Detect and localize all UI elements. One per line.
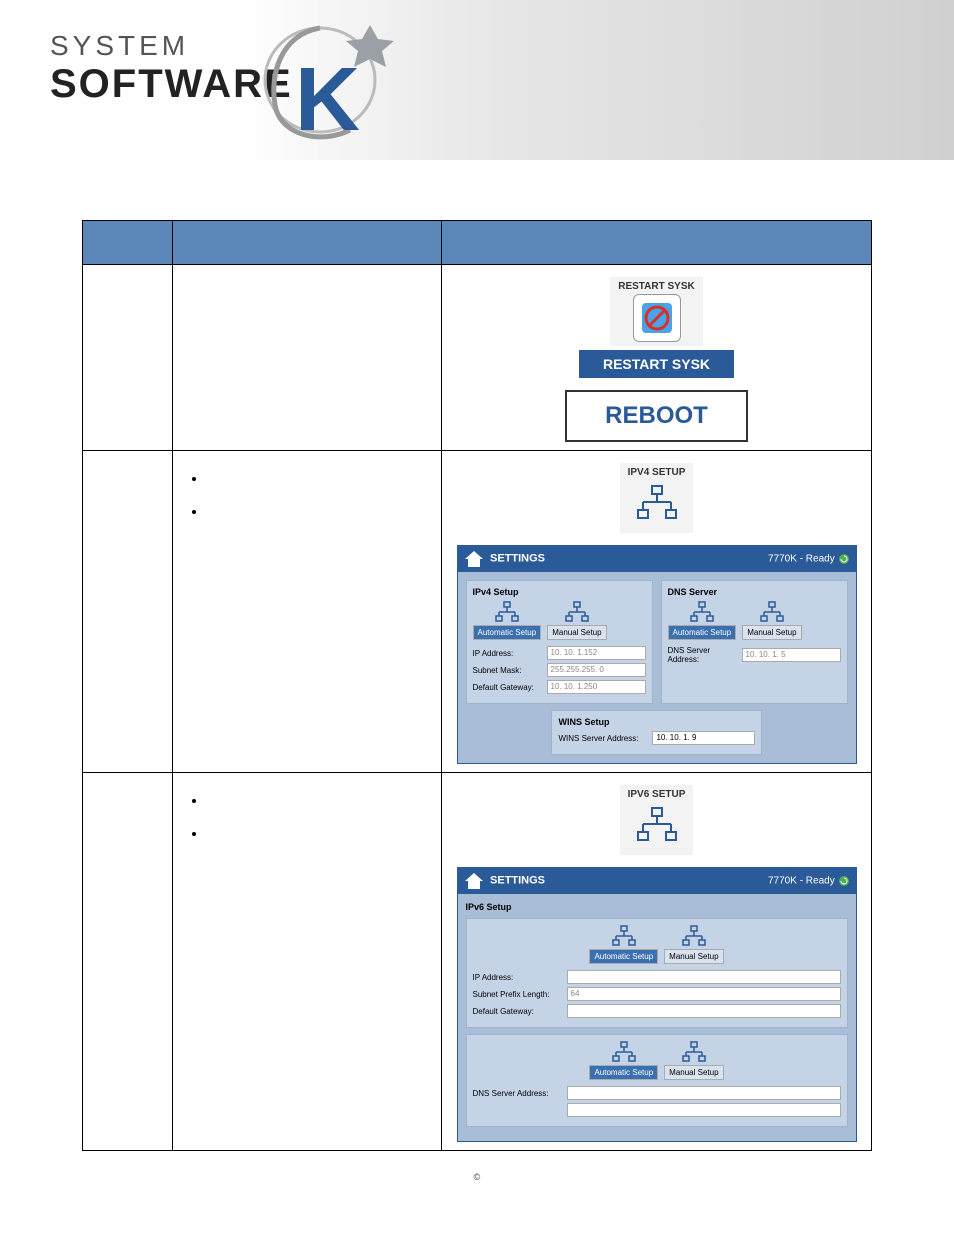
- gw-input[interactable]: 10. 10. 1.250: [547, 680, 646, 694]
- auto-setup-button[interactable]: Automatic Setup: [668, 625, 737, 640]
- table-row: IPV6 SETUP SETT: [83, 773, 872, 1151]
- wins-addr-input[interactable]: 10. 10. 1. 9: [652, 731, 754, 745]
- ipv4-setup-section: IPv4 Setup Automatic Setup Manual Setup: [466, 580, 653, 704]
- ipv6-prefix-label: Subnet Prefix Length:: [473, 990, 563, 999]
- ipv6-icon-group: IPV6 SETUP: [620, 785, 694, 855]
- ipv6-dns-section: Automatic Setup Manual Setup DNS Server …: [466, 1034, 848, 1127]
- ipv6-dns-label: DNS Server Address:: [473, 1089, 563, 1098]
- ip-input[interactable]: 10. 10. 1.152: [547, 646, 646, 660]
- refresh-icon[interactable]: [838, 553, 850, 565]
- wins-addr-label: WINS Server Address:: [558, 734, 648, 743]
- network-icon: [681, 1041, 707, 1063]
- list-item: [207, 504, 431, 519]
- home-icon[interactable]: [464, 550, 484, 568]
- ipv6-dns-input-2[interactable]: [567, 1103, 841, 1117]
- table-row: RESTART SYSK RESTART SYSK REBOOT: [83, 265, 872, 451]
- network-icon: [759, 601, 785, 623]
- cell-2-3: IPV4 SETUP SETT: [442, 451, 872, 773]
- cell-2-2: [172, 451, 441, 773]
- dns-addr-label: DNS Server Address:: [668, 646, 738, 664]
- auto-setup-button[interactable]: Automatic Setup: [473, 625, 542, 640]
- restart-icon-group: RESTART SYSK: [610, 277, 703, 346]
- ipv4-settings-panel: SETTINGS 7770K - Ready IPv4 Setup: [457, 545, 857, 764]
- th-3: [442, 221, 872, 265]
- ipv6-settings-panel: SETTINGS 7770K - Ready IPv6 Setup: [457, 867, 857, 1142]
- list-item: [207, 471, 431, 486]
- auto-setup-button[interactable]: Automatic Setup: [589, 949, 658, 964]
- page-header: SYSTEM SOFTWARE K: [0, 0, 954, 160]
- refresh-icon[interactable]: [838, 875, 850, 887]
- ipv4-icon-group: IPV4 SETUP: [620, 463, 694, 533]
- mask-label: Subnet Mask:: [473, 666, 543, 675]
- manual-setup-button[interactable]: Manual Setup: [664, 1065, 723, 1080]
- settings-header: SETTINGS 7770K - Ready: [458, 546, 856, 572]
- ipv4-label: IPV4 SETUP: [628, 467, 686, 478]
- network-icon: [681, 925, 707, 947]
- list-item: [207, 793, 431, 808]
- reboot-button[interactable]: REBOOT: [565, 390, 748, 442]
- dns-addr-input[interactable]: 10. 10. 1. 5: [742, 648, 841, 662]
- ipv6-ip-label: IP Address:: [473, 973, 563, 982]
- table-row: IPV4 SETUP SETT: [83, 451, 872, 773]
- logo-line1: SYSTEM: [50, 30, 293, 62]
- ipv6-gw-input[interactable]: [567, 1004, 841, 1018]
- section-title: IPv4 Setup: [473, 587, 646, 597]
- network-icon[interactable]: [635, 484, 679, 522]
- cell-1-3: RESTART SYSK RESTART SYSK REBOOT: [442, 265, 872, 451]
- section-title: IPv6 Setup: [466, 902, 848, 912]
- ipv6-ip-input[interactable]: [567, 970, 841, 984]
- restart-sysk-button[interactable]: RESTART SYSK: [579, 350, 734, 378]
- ipv6-dns-input[interactable]: [567, 1086, 841, 1100]
- network-icon: [611, 1041, 637, 1063]
- wins-section: WINS Setup WINS Server Address: 10. 10. 1…: [551, 710, 761, 755]
- cell-3-2: [172, 773, 441, 1151]
- ip-label: IP Address:: [473, 649, 543, 658]
- settings-title: SETTINGS: [490, 874, 545, 886]
- content-table: RESTART SYSK RESTART SYSK REBOOT: [82, 220, 872, 1151]
- cell-3-3: IPV6 SETUP SETT: [442, 773, 872, 1151]
- device-status: 7770K - Ready: [768, 875, 850, 887]
- ipv6-gw-label: Default Gateway:: [473, 1007, 563, 1016]
- cell-3-1: [83, 773, 173, 1151]
- copyright: ©: [474, 1172, 481, 1182]
- network-icon[interactable]: [635, 806, 679, 844]
- th-2: [172, 221, 441, 265]
- logo: SYSTEM SOFTWARE: [50, 30, 293, 107]
- dns-section: DNS Server Automatic Setup Manual Setup: [661, 580, 848, 704]
- svg-text:K: K: [295, 50, 360, 150]
- auto-setup-button[interactable]: Automatic Setup: [589, 1065, 658, 1080]
- manual-setup-button[interactable]: Manual Setup: [664, 949, 723, 964]
- mask-input[interactable]: 255.255.255. 0: [547, 663, 646, 677]
- ipv6-prefix-input[interactable]: 64: [567, 987, 841, 1001]
- restart-label: RESTART SYSK: [618, 281, 695, 292]
- cell-1-1: [83, 265, 173, 451]
- gw-label: Default Gateway:: [473, 683, 543, 692]
- page-footer: ©: [0, 1171, 954, 1183]
- network-icon: [564, 601, 590, 623]
- manual-setup-button[interactable]: Manual Setup: [742, 625, 801, 640]
- network-icon: [611, 925, 637, 947]
- manual-setup-button[interactable]: Manual Setup: [547, 625, 606, 640]
- list-item: [207, 826, 431, 841]
- network-icon: [689, 601, 715, 623]
- th-1: [83, 221, 173, 265]
- ipv6-label: IPV6 SETUP: [628, 789, 686, 800]
- logo-k-icon: K: [260, 25, 400, 155]
- cell-2-1: [83, 451, 173, 773]
- logo-line2: SOFTWARE: [50, 62, 293, 107]
- section-title: WINS Setup: [558, 717, 754, 727]
- device-status: 7770K - Ready: [768, 553, 850, 565]
- cell-1-2: [172, 265, 441, 451]
- network-icon: [494, 601, 520, 623]
- home-icon[interactable]: [464, 872, 484, 890]
- settings-header: SETTINGS 7770K - Ready: [458, 868, 856, 894]
- restart-sysk-icon[interactable]: [633, 294, 681, 342]
- settings-title: SETTINGS: [490, 552, 545, 564]
- ipv6-address-section: Automatic Setup Manual Setup IP Address:…: [466, 918, 848, 1028]
- section-title: DNS Server: [668, 587, 841, 597]
